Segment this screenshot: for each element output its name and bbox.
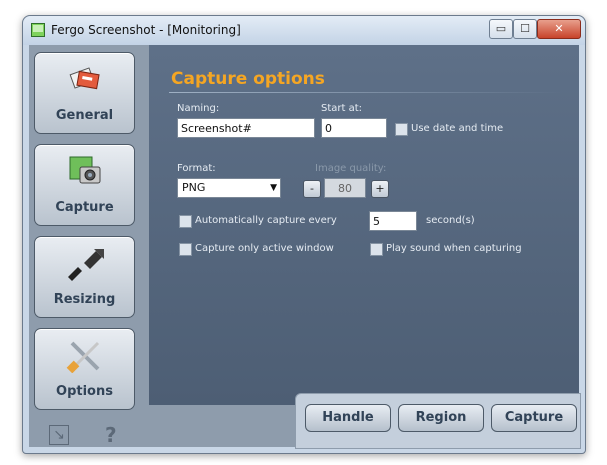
title-bar[interactable]: Fergo Screenshot - [Monitoring] ▭ ☐ ✕	[23, 16, 585, 45]
sidebar-item-capture[interactable]: Capture	[34, 144, 135, 226]
sidebar-item-label: Resizing	[53, 292, 116, 307]
active-window-label: Capture only active window	[195, 243, 334, 254]
seconds-label: second(s)	[426, 215, 475, 226]
start-at-label: Start at:	[321, 103, 363, 114]
image-quality-input[interactable]	[324, 178, 366, 198]
sidebar-footer: ↘ ?	[29, 423, 143, 447]
capture-options-panel: Capture options Naming: Start at: Use da…	[149, 45, 579, 405]
sidebar-item-general[interactable]: General	[34, 52, 135, 134]
play-sound-label: Play sound when capturing	[386, 243, 522, 254]
capture-button[interactable]: Capture	[491, 404, 577, 432]
auto-capture-checkbox[interactable]	[179, 215, 192, 228]
minimize-button[interactable]: ▭	[489, 19, 513, 39]
sidebar-item-label: Capture	[55, 200, 114, 215]
app-icon	[31, 23, 45, 37]
window-title: Fergo Screenshot - [Monitoring]	[51, 23, 241, 37]
camera-icon	[35, 155, 134, 189]
format-select[interactable]: PNG ▼	[177, 178, 281, 198]
handle-button[interactable]: Handle	[305, 404, 391, 432]
help-icon[interactable]: ?	[105, 423, 117, 447]
tools-icon	[35, 339, 134, 374]
naming-label: Naming:	[177, 103, 220, 114]
panel-title: Capture options	[171, 69, 325, 89]
sidebar-item-options[interactable]: Options	[34, 328, 135, 410]
use-date-time-label: Use date and time	[411, 123, 504, 134]
active-window-checkbox[interactable]	[179, 243, 192, 256]
cards-icon	[35, 63, 134, 97]
sidebar-item-label: General	[55, 108, 114, 123]
close-button[interactable]: ✕	[537, 19, 581, 39]
start-at-input[interactable]	[321, 118, 387, 138]
client-area: General Capture Resizing Options ↘ ? Cap…	[29, 45, 581, 449]
auto-capture-label: Automatically capture every	[195, 215, 337, 226]
naming-input[interactable]	[177, 118, 315, 138]
app-window: Fergo Screenshot - [Monitoring] ▭ ☐ ✕ Ge…	[22, 15, 586, 454]
region-button[interactable]: Region	[398, 404, 484, 432]
image-quality-label: Image quality:	[315, 163, 387, 174]
minimize-to-tray-icon[interactable]: ↘	[49, 425, 69, 445]
maximize-button[interactable]: ☐	[513, 19, 537, 39]
chevron-down-icon: ▼	[270, 183, 277, 193]
quality-decrease-button[interactable]: -	[303, 180, 321, 198]
use-date-time-checkbox[interactable]	[395, 123, 408, 136]
sidebar-item-label: Options	[56, 384, 113, 399]
format-value: PNG	[182, 181, 206, 194]
format-label: Format:	[177, 163, 216, 174]
auto-capture-interval-input[interactable]	[369, 211, 417, 231]
resize-arrows-icon	[35, 247, 134, 281]
play-sound-checkbox[interactable]	[370, 243, 383, 256]
sidebar-item-resizing[interactable]: Resizing	[34, 236, 135, 318]
sidebar: General Capture Resizing Options ↘ ?	[29, 45, 143, 447]
title-divider	[169, 92, 564, 93]
capture-actions-bar: Handle Region Capture	[295, 393, 581, 449]
quality-increase-button[interactable]: +	[371, 180, 389, 198]
